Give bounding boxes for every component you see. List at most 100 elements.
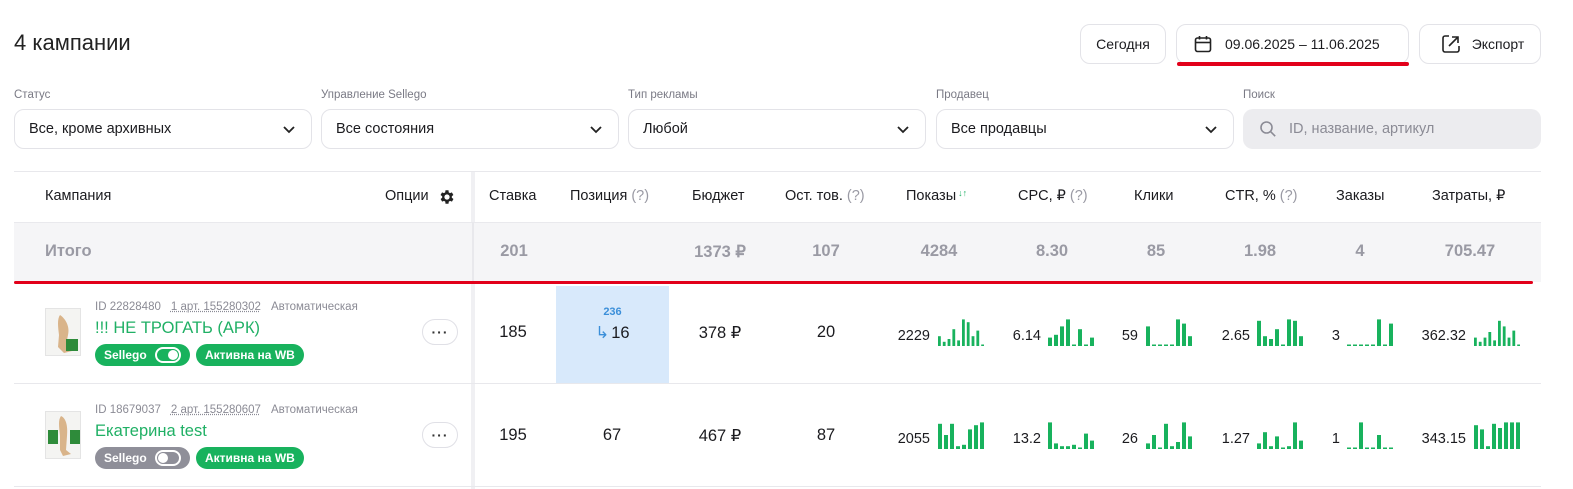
options-button[interactable]: Опции [385,188,429,204]
position-value: 16 [611,324,630,342]
total-clicks: 85 [1146,242,1166,260]
sparkline-bar [938,336,941,346]
sparkline-bar [1377,319,1381,346]
status-badge: Активна на WB [196,447,304,469]
sparkline-bar [1517,344,1520,346]
toggle-switch-off[interactable] [154,450,181,466]
sparkline-bar [974,425,978,449]
total-impressions: 4284 [920,242,958,260]
campaign-type: Автоматическая [270,301,358,313]
ad-type-select[interactable]: Любой [628,109,926,149]
search-filter-label: Поиск [1243,89,1275,101]
sparkline-bar [1066,319,1070,346]
sparkline-bar [1353,447,1357,449]
gear-icon[interactable] [438,188,456,206]
sparkline-bar [1152,344,1156,346]
sparkline-bar [1287,446,1291,449]
date-range-button[interactable]: 09.06.2025 – 11.06.2025 [1176,24,1409,64]
sparkline-bar [942,341,946,346]
article-link[interactable]: 1 арт. 155280302 [171,301,261,313]
row-stock: 87 [816,426,836,444]
help-icon[interactable]: (?) [847,188,865,204]
col-cpc-label: CPC, ₽ [1018,188,1066,204]
sparkline-bar [1146,326,1150,346]
orders-sparkline [1347,319,1393,346]
col-orders[interactable]: Заказы [1336,188,1384,204]
sparkline-bar [966,322,970,346]
status-select[interactable]: Все, кроме архивных [14,109,312,149]
impressions-sparkline [938,319,984,346]
sparkline-bar [1353,344,1357,346]
row-cpc: 13.2 [1012,431,1041,447]
total-label: Итого [45,242,92,260]
sparkline-bar [1263,336,1267,346]
sellego-toggle[interactable]: Sellego [95,447,190,469]
total-cpc: 8.30 [1035,242,1069,260]
col-position-label: Позиция [570,188,628,204]
sparkline-bar [1389,447,1393,449]
campaign-name-link[interactable]: !!! НЕ ТРОГАТЬ (АРК) [95,319,260,338]
more-button[interactable]: ··· [422,319,458,345]
sparkline-bar [1287,319,1291,346]
row-budget[interactable]: 378 ₽ [675,323,765,343]
total-row [14,222,1541,282]
sparkline-bar [1516,422,1520,449]
ctr-sparkline [1257,319,1303,346]
toggle-switch-on[interactable] [154,347,181,363]
sparkline-bar [1498,428,1502,449]
row-divider [14,383,1541,384]
col-ctr[interactable]: CTR, % (?) [1225,188,1297,204]
seller-select[interactable]: Все продавцы [936,109,1234,149]
sparkline-bar [947,339,951,346]
row-budget[interactable]: 467 ₽ [675,426,765,446]
sparkline-bar [1389,323,1393,346]
total-orders: 4 [1355,242,1365,260]
sellego-label: Sellego [104,348,147,362]
col-budget[interactable]: Бюджет [692,188,744,204]
sparkline-bar [952,329,956,346]
campaign-name-link[interactable]: Екатерина test [95,422,207,441]
sparkline-bar [944,435,948,449]
sparkline-bar [962,444,966,449]
search-input[interactable] [1289,121,1529,137]
sparkline-bar [1072,344,1076,346]
management-select[interactable]: Все состояния [321,109,619,149]
impressions-sparkline [938,422,984,449]
sparkline-bar [1257,320,1261,346]
total-stock: 107 [812,242,840,260]
col-position[interactable]: Позиция (?) [570,188,649,204]
export-label: Экспорт [1471,36,1525,52]
today-button[interactable]: Сегодня [1080,24,1166,64]
sparkline-bar [1084,344,1088,346]
sparkline-bar [1176,442,1180,449]
status-badge: Активна на WB [196,344,304,366]
export-button[interactable]: Экспорт [1419,24,1541,64]
col-impressions[interactable]: Показы ↓↑ [906,188,967,204]
article-link[interactable]: 2 арт. 155280607 [171,404,261,416]
help-icon[interactable]: (?) [631,188,649,204]
sparkline-bar [1493,340,1496,346]
product-thumbnail[interactable] [45,411,81,459]
help-icon[interactable]: (?) [1280,188,1298,204]
row-spend: 343.15 [1421,431,1466,447]
sparkline-bar [1269,446,1273,449]
sparkline-bar [1478,341,1482,346]
col-spend[interactable]: Затраты, ₽ [1432,188,1505,204]
col-stock[interactable]: Ост. тов. (?) [785,188,865,204]
more-icon: ··· [431,427,449,443]
sort-icon[interactable]: ↓↑ [958,188,967,198]
product-thumbnail[interactable] [45,308,81,356]
help-icon[interactable]: (?) [1070,188,1088,204]
col-cpc[interactable]: CPC, ₽ (?) [1018,188,1088,204]
col-bid[interactable]: Ставка [489,188,536,204]
sellego-toggle[interactable]: Sellego [95,344,190,366]
seller-select-value: Все продавцы [951,121,1047,137]
sparkline-bar [1347,344,1351,346]
campaign-type: Автоматическая [270,404,358,416]
sparkline-bar [1480,429,1484,449]
row-divider [14,486,1541,487]
col-clicks[interactable]: Клики [1134,188,1173,204]
sparkline-bar [1066,446,1070,449]
more-button[interactable]: ··· [422,422,458,448]
row-orders: 3 [1331,328,1340,344]
